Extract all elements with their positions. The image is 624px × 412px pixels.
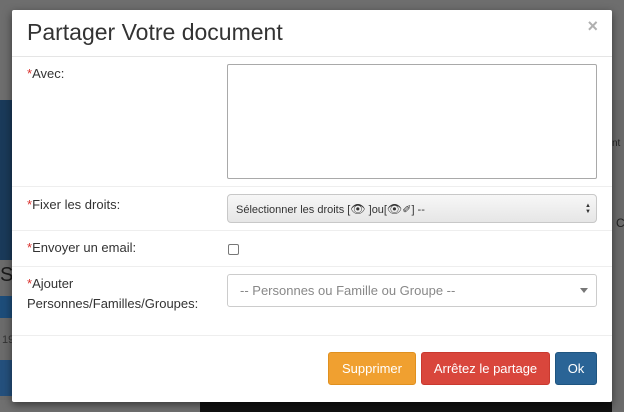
- rights-select[interactable]: Sélectionner les droits [👁 ]ou[👁✐] -- ▲ ▼: [227, 194, 597, 223]
- background-sidebar-band: [0, 100, 12, 260]
- eye-icon: 👁: [386, 202, 403, 216]
- send-email-checkbox[interactable]: [228, 244, 239, 255]
- droits-label-text: Fixer les droits:: [32, 197, 121, 212]
- form-row-ajouter: *Ajouter Personnes/Familles/Groupes: -- …: [12, 267, 612, 336]
- avec-label-text: Avec:: [32, 66, 65, 81]
- close-icon[interactable]: ×: [587, 15, 598, 37]
- modal-title: Partager Votre document: [27, 19, 283, 45]
- persons-select-placeholder: -- Personnes ou Famille ou Groupe --: [240, 283, 456, 298]
- select-arrows-icon: ▲ ▼: [585, 203, 591, 215]
- rights-select-middle: ]ou[: [365, 204, 387, 216]
- background-right-text-2: C: [616, 216, 624, 230]
- background-right-text: nt: [612, 138, 621, 149]
- ok-button[interactable]: Ok: [555, 352, 597, 385]
- email-label: *Envoyer un email:: [27, 238, 136, 258]
- rights-select-prefix: Sélectionner les droits [: [236, 204, 351, 216]
- eye-icon: 👁: [350, 202, 366, 216]
- modal-header: Partager Votre document ×: [12, 10, 612, 57]
- ajouter-label-text: Ajouter Personnes/Familles/Groupes:: [27, 276, 199, 311]
- background-edit-button: [0, 296, 12, 318]
- supprimer-button[interactable]: Supprimer: [328, 352, 416, 385]
- form-row-email: *Envoyer un email:: [12, 231, 612, 267]
- stop-sharing-button[interactable]: Arrêtez le partage: [421, 352, 550, 385]
- form-row-avec: *Avec:: [12, 57, 612, 187]
- rights-select-suffix: ] --: [411, 204, 425, 216]
- ajouter-label: *Ajouter Personnes/Familles/Groupes:: [27, 274, 217, 314]
- email-label-text: Envoyer un email:: [32, 240, 137, 255]
- avec-textarea[interactable]: [227, 64, 597, 179]
- droits-label: *Fixer les droits:: [27, 195, 120, 215]
- share-document-modal: Partager Votre document × *Avec: *Fixer …: [12, 10, 612, 402]
- form-row-droits: *Fixer les droits: Sélectionner les droi…: [12, 187, 612, 231]
- persons-select[interactable]: -- Personnes ou Famille ou Groupe --: [227, 274, 597, 307]
- background-blue-button: [0, 360, 12, 396]
- chevron-down-icon: [580, 288, 588, 293]
- avec-label: *Avec:: [27, 64, 64, 84]
